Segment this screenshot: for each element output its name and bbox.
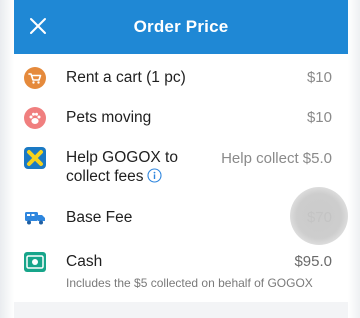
item-label-line2: collect fees [66,168,144,185]
order-price-sheet: Order Price Rent a cart (1 pc) $10 Pets … [14,0,348,318]
cash-icon [24,251,46,273]
item-price: $10 [306,109,332,126]
list-item-base-fee: Base Fee $70 [14,200,348,238]
item-price: $10 [306,69,332,86]
list-item-cash: Cash $95.0 Includes the $5 collected on … [14,244,348,300]
header-bar: Order Price [14,0,348,54]
right-edge-shadow [348,0,360,318]
cart-icon [24,67,46,89]
item-label: Rent a cart (1 pc) [66,69,186,86]
item-label: Base Fee [66,209,133,226]
screen: Order Price Rent a cart (1 pc) $10 Pets … [0,0,360,318]
item-label: Pets moving [66,109,152,126]
cash-note: Includes the $5 collected on behalf of G… [66,276,313,290]
list-item-rent-cart: Rent a cart (1 pc) $10 [14,60,348,98]
item-price: $95.0 [294,253,332,270]
item-label: Cash [66,253,103,270]
item-price: Help collect $5.0 [221,150,332,167]
info-icon[interactable] [146,168,162,183]
left-edge-shadow [0,0,14,318]
item-label: Help GOGOX to collect fees [66,148,178,186]
page-title: Order Price [133,17,229,36]
item-label-line1: Help GOGOX to [66,149,178,166]
paw-icon [24,107,46,129]
list-item-help-collect: Help GOGOX to collect fees Help collect … [14,142,348,194]
bottom-divider [14,302,348,318]
item-price: $70 [306,209,332,226]
truck-icon [24,206,46,228]
gogox-icon [24,147,46,169]
list-item-pets-moving: Pets moving $10 [14,100,348,138]
